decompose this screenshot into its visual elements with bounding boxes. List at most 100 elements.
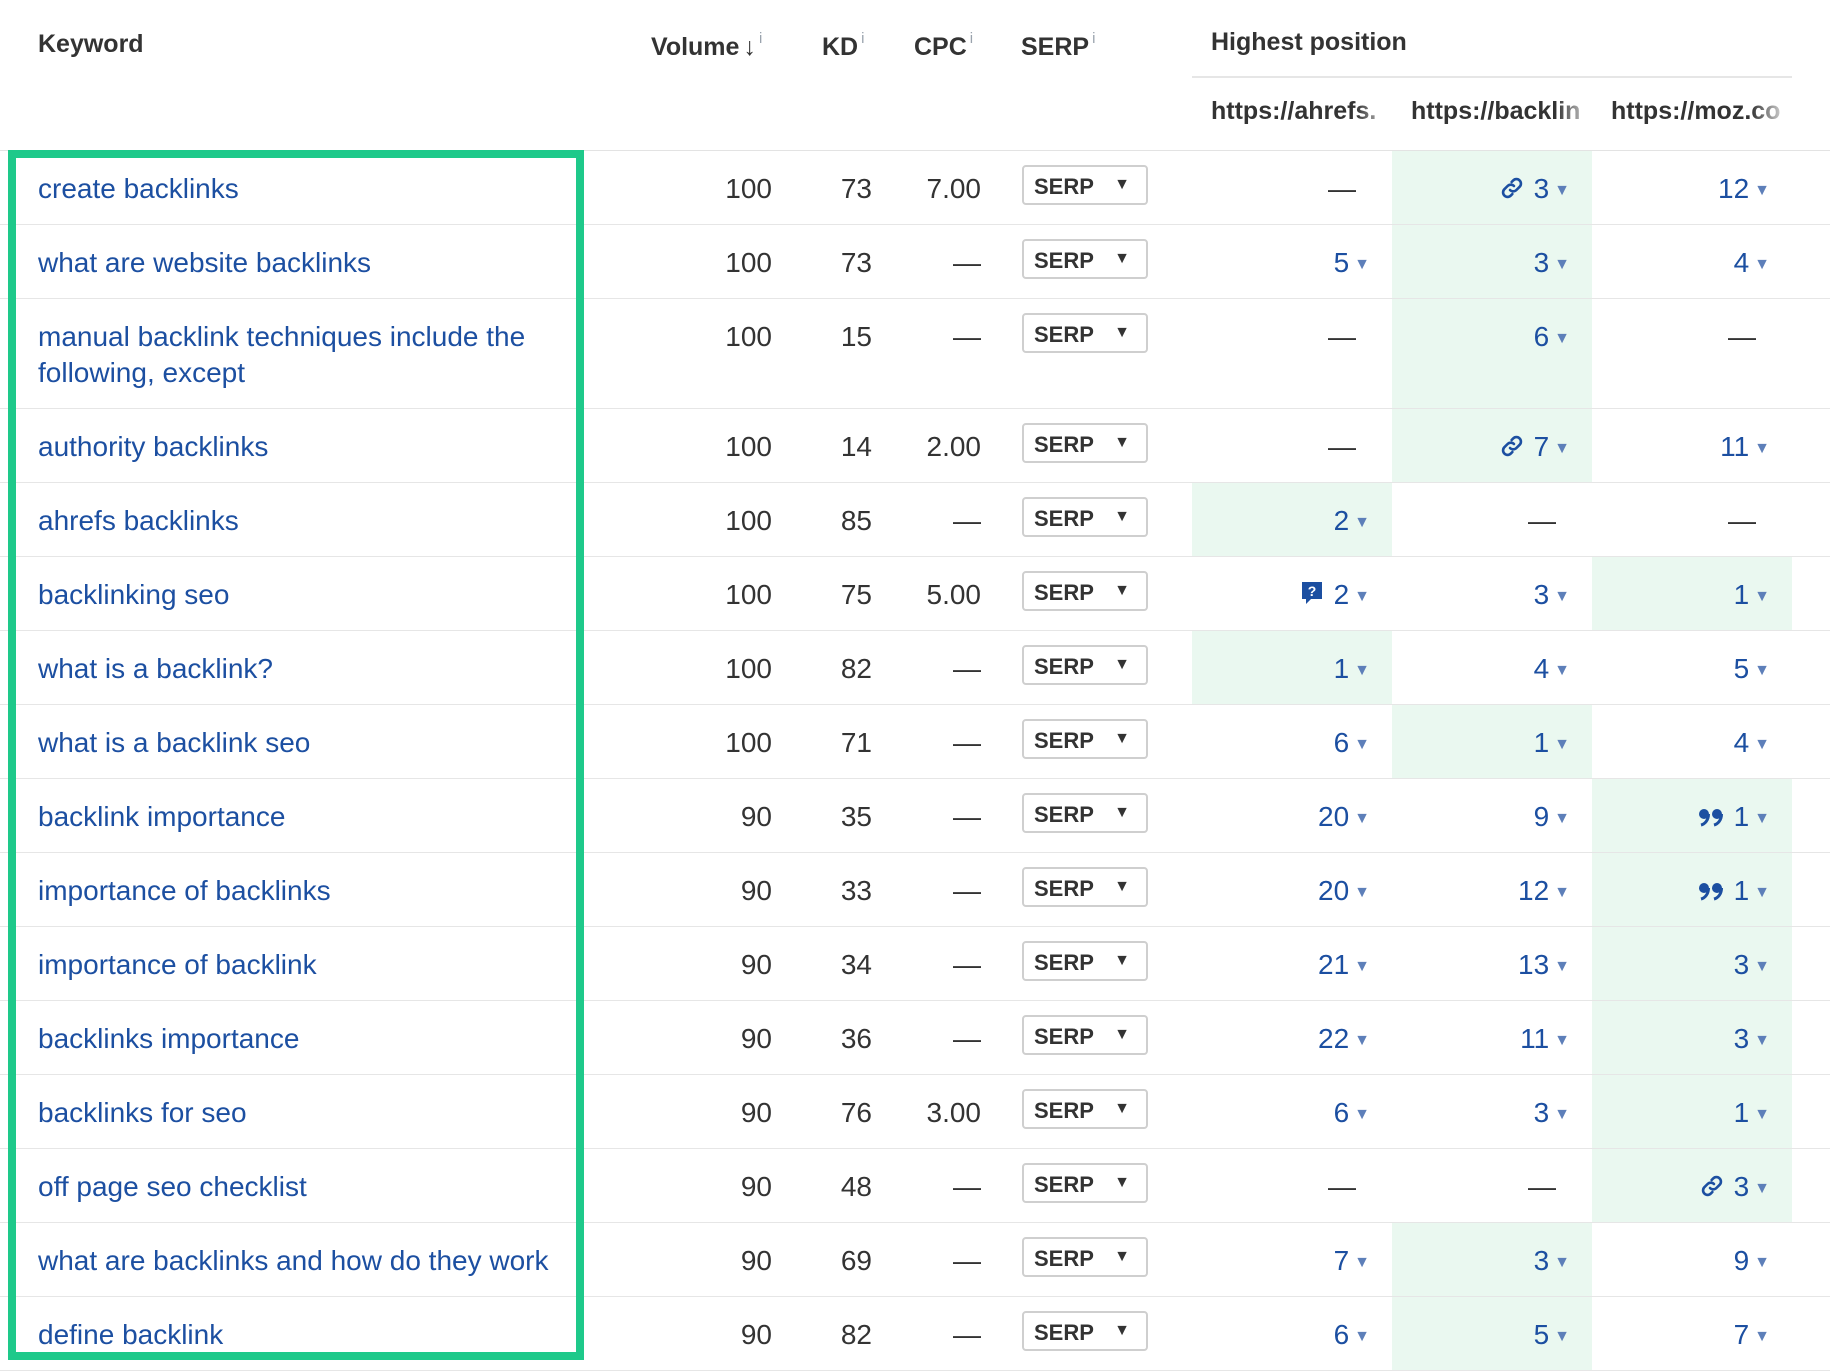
column-header-keyword[interactable]: Keyword bbox=[38, 30, 144, 59]
column-header-serp[interactable]: SERP i bbox=[1021, 30, 1095, 62]
position-ahrefs[interactable]: 7 ▼ bbox=[1192, 1243, 1392, 1279]
position-moz[interactable]: 11 ▼ bbox=[1592, 429, 1792, 465]
site-column-backlinko[interactable]: https://backlin bbox=[1411, 97, 1596, 131]
position-backlinko[interactable]: 5 ▼ bbox=[1392, 1317, 1592, 1353]
position-moz[interactable]: 1 ▼ bbox=[1592, 1095, 1792, 1131]
volume-value: 90 bbox=[740, 1245, 772, 1276]
position-ahrefs: — bbox=[1192, 319, 1392, 355]
position-backlinko[interactable]: 3 ▼ bbox=[1392, 1095, 1592, 1131]
keyword-link[interactable]: what is a backlink seo bbox=[38, 725, 568, 761]
position-moz[interactable]: 1 ▼ bbox=[1592, 799, 1792, 835]
position-ahrefs[interactable]: 6 ▼ bbox=[1192, 1317, 1392, 1353]
position-backlinko[interactable]: 6 ▼ bbox=[1392, 319, 1592, 355]
serp-dropdown-button[interactable]: SERP ▼ bbox=[1022, 313, 1148, 353]
position-backlinko[interactable]: 4 ▼ bbox=[1392, 651, 1592, 687]
sort-desc-icon[interactable]: ↓ bbox=[743, 33, 756, 61]
position-backlinko[interactable]: 13 ▼ bbox=[1392, 947, 1592, 983]
position-moz[interactable]: 3 ▼ bbox=[1592, 1169, 1792, 1205]
position-backlinko[interactable]: 11 ▼ bbox=[1392, 1021, 1592, 1057]
position-moz[interactable]: 4 ▼ bbox=[1592, 725, 1792, 761]
table-row: what is a backlink seo 100 71— SERP ▼ 6 ▼ 1 ▼ 4 ▼ bbox=[0, 705, 1830, 779]
caret-down-icon: ▼ bbox=[1754, 1106, 1770, 1123]
serp-dropdown-button[interactable]: SERP ▼ bbox=[1022, 793, 1148, 833]
position-ahrefs[interactable]: 1 ▼ bbox=[1192, 651, 1392, 687]
position-moz[interactable]: 4 ▼ bbox=[1592, 245, 1792, 281]
serp-dropdown-button[interactable]: SERP ▼ bbox=[1022, 1015, 1148, 1055]
serp-dropdown-button[interactable]: SERP ▼ bbox=[1022, 719, 1148, 759]
position-number: 12 bbox=[1518, 875, 1550, 906]
position-backlinko[interactable]: 3 ▼ bbox=[1392, 245, 1592, 281]
position-moz[interactable]: 9 ▼ bbox=[1592, 1243, 1792, 1279]
question-bubble-icon[interactable]: ? bbox=[1300, 580, 1324, 606]
position-backlinko[interactable]: 7 ▼ bbox=[1392, 429, 1592, 465]
keyword-link[interactable]: backlinking seo bbox=[38, 577, 568, 613]
serp-dropdown-button[interactable]: SERP ▼ bbox=[1022, 645, 1148, 685]
serp-dropdown-button[interactable]: SERP ▼ bbox=[1022, 497, 1148, 537]
keyword-link[interactable]: manual backlink techniques include the f… bbox=[38, 319, 568, 391]
keyword-link[interactable]: backlinks for seo bbox=[38, 1095, 568, 1131]
site-column-ahrefs[interactable]: https://ahrefs. bbox=[1211, 97, 1396, 131]
info-icon[interactable]: i bbox=[1092, 30, 1095, 47]
link-icon[interactable] bbox=[1500, 176, 1524, 200]
site-column-moz[interactable]: https://moz.co bbox=[1611, 97, 1791, 131]
keyword-link[interactable]: importance of backlink bbox=[38, 947, 568, 983]
position-moz[interactable]: 5 ▼ bbox=[1592, 651, 1792, 687]
position-moz[interactable]: 3 ▼ bbox=[1592, 1021, 1792, 1057]
info-icon[interactable]: i bbox=[970, 30, 973, 47]
serp-dropdown-button[interactable]: SERP ▼ bbox=[1022, 571, 1148, 611]
serp-dropdown-button[interactable]: SERP ▼ bbox=[1022, 1163, 1148, 1203]
keyword-link[interactable]: backlink importance bbox=[38, 799, 568, 835]
position-ahrefs[interactable]: 21 ▼ bbox=[1192, 947, 1392, 983]
position-backlinko[interactable]: 12 ▼ bbox=[1392, 873, 1592, 909]
dropdown-arrow-icon: ▼ bbox=[1114, 176, 1130, 193]
serp-dropdown-button[interactable]: SERP ▼ bbox=[1022, 1089, 1148, 1129]
position-ahrefs[interactable]: 20 ▼ bbox=[1192, 873, 1392, 909]
serp-dropdown-button[interactable]: SERP ▼ bbox=[1022, 941, 1148, 981]
keyword-link[interactable]: define backlink bbox=[38, 1317, 568, 1353]
position-moz[interactable]: 1 ▼ bbox=[1592, 873, 1792, 909]
position-moz[interactable]: 1 ▼ bbox=[1592, 577, 1792, 613]
position-backlinko[interactable]: 3 ▼ bbox=[1392, 577, 1592, 613]
keyword-link[interactable]: what are website backlinks bbox=[38, 245, 568, 281]
link-icon[interactable] bbox=[1500, 434, 1524, 458]
column-header-kd[interactable]: KD i bbox=[822, 30, 864, 62]
position-ahrefs[interactable]: 5 ▼ bbox=[1192, 245, 1392, 281]
serp-dropdown-button[interactable]: SERP ▼ bbox=[1022, 867, 1148, 907]
serp-dropdown-button[interactable]: SERP ▼ bbox=[1022, 165, 1148, 205]
serp-dropdown-button[interactable]: SERP ▼ bbox=[1022, 1237, 1148, 1277]
caret-down-icon: ▼ bbox=[1554, 1106, 1570, 1123]
keyword-link[interactable]: authority backlinks bbox=[38, 429, 568, 465]
quote-icon[interactable] bbox=[1698, 880, 1724, 902]
position-backlinko[interactable]: 9 ▼ bbox=[1392, 799, 1592, 835]
column-header-volume[interactable]: Volume ↓ i bbox=[651, 30, 762, 62]
keyword-link[interactable]: importance of backlinks bbox=[38, 873, 568, 909]
keyword-link[interactable]: ahrefs backlinks bbox=[38, 503, 568, 539]
position-moz[interactable]: 3 ▼ bbox=[1592, 947, 1792, 983]
position-ahrefs[interactable]: ? 2 ▼ bbox=[1192, 577, 1392, 613]
keyword-link[interactable]: what are backlinks and how do they work bbox=[38, 1243, 568, 1279]
info-icon[interactable]: i bbox=[861, 30, 864, 47]
position-number: 1 bbox=[1733, 801, 1750, 832]
quote-icon[interactable] bbox=[1698, 806, 1724, 828]
position-moz[interactable]: 12 ▼ bbox=[1592, 171, 1792, 207]
info-icon[interactable]: i bbox=[759, 30, 762, 47]
position-ahrefs[interactable]: 6 ▼ bbox=[1192, 725, 1392, 761]
position-moz[interactable]: 7 ▼ bbox=[1592, 1317, 1792, 1353]
position-ahrefs[interactable]: 2 ▼ bbox=[1192, 503, 1392, 539]
position-backlinko[interactable]: 3 ▼ bbox=[1392, 171, 1592, 207]
position-ahrefs[interactable]: 22 ▼ bbox=[1192, 1021, 1392, 1057]
position-number: 12 bbox=[1718, 173, 1750, 204]
keyword-link[interactable]: backlinks importance bbox=[38, 1021, 568, 1057]
keyword-link[interactable]: create backlinks bbox=[38, 171, 568, 207]
serp-dropdown-button[interactable]: SERP ▼ bbox=[1022, 239, 1148, 279]
keyword-link[interactable]: off page seo checklist bbox=[38, 1169, 568, 1205]
position-ahrefs[interactable]: 6 ▼ bbox=[1192, 1095, 1392, 1131]
position-backlinko[interactable]: 3 ▼ bbox=[1392, 1243, 1592, 1279]
position-backlinko[interactable]: 1 ▼ bbox=[1392, 725, 1592, 761]
serp-dropdown-button[interactable]: SERP ▼ bbox=[1022, 1311, 1148, 1351]
keyword-link[interactable]: what is a backlink? bbox=[38, 651, 568, 687]
link-icon[interactable] bbox=[1700, 1174, 1724, 1198]
serp-dropdown-button[interactable]: SERP ▼ bbox=[1022, 423, 1148, 463]
column-header-cpc[interactable]: CPC i bbox=[914, 30, 973, 62]
position-ahrefs[interactable]: 20 ▼ bbox=[1192, 799, 1392, 835]
